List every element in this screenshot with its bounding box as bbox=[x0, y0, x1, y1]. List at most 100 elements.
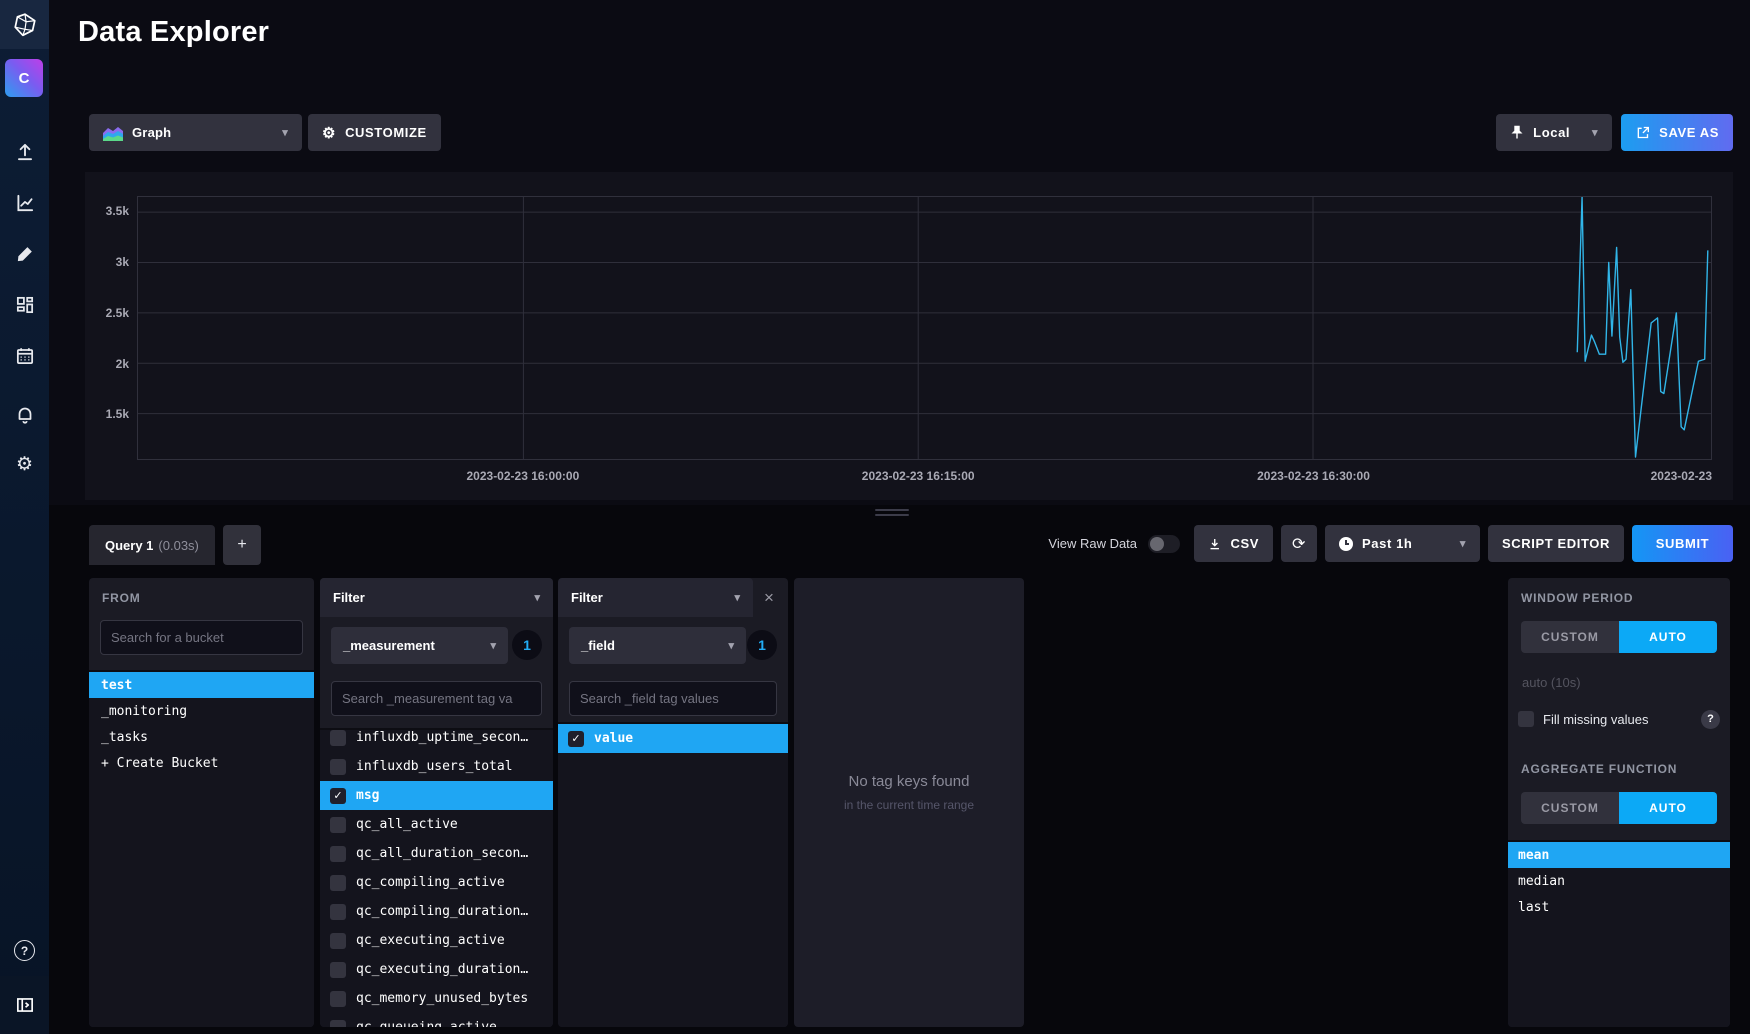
checkbox[interactable] bbox=[330, 846, 346, 862]
submit-button[interactable]: SUBMIT bbox=[1632, 525, 1733, 562]
script-editor-button[interactable]: SCRIPT EDITOR bbox=[1488, 525, 1624, 562]
checkbox-checked[interactable]: ✓ bbox=[568, 731, 584, 747]
load-data-icon[interactable] bbox=[0, 126, 49, 177]
fill-missing-checkbox[interactable] bbox=[1518, 711, 1534, 727]
measurement-item[interactable]: qc_queueing_active bbox=[320, 1013, 553, 1027]
checkbox[interactable] bbox=[330, 1020, 346, 1028]
time-range-dropdown[interactable]: Past 1h ▾ bbox=[1325, 525, 1480, 562]
add-query-button[interactable]: + bbox=[223, 525, 261, 565]
clock-icon bbox=[1339, 537, 1353, 551]
checkbox[interactable] bbox=[330, 875, 346, 891]
help-tooltip-icon[interactable]: ? bbox=[1701, 710, 1720, 729]
filter-type-dropdown[interactable]: Filter ▾ bbox=[320, 578, 553, 617]
tag-key-dropdown[interactable]: _field ▾ bbox=[569, 627, 746, 664]
aggregate-item[interactable]: last bbox=[1508, 894, 1730, 920]
expand-sidebar-icon[interactable] bbox=[0, 976, 49, 1034]
x-tick-label: 2023-02-23 16:00:00 bbox=[466, 469, 579, 483]
alerts-icon[interactable] bbox=[0, 388, 49, 439]
bucket-item[interactable]: _tasks bbox=[89, 724, 314, 750]
view-raw-data-toggle[interactable] bbox=[1148, 535, 1180, 553]
measurement-list: influxdb_uptime_secon… influxdb_users_to… bbox=[320, 728, 553, 1027]
window-period-card: WINDOW PERIOD CUSTOM AUTO auto (10s) Fil… bbox=[1508, 578, 1730, 1027]
measurement-item[interactable]: influxdb_uptime_secon… bbox=[320, 728, 553, 752]
measurement-item[interactable]: ✓msg bbox=[320, 781, 553, 810]
selected-count-badge: 1 bbox=[747, 630, 777, 660]
filter-title: Filter bbox=[333, 590, 365, 605]
empty-state-title: No tag keys found bbox=[794, 773, 1024, 790]
local-dropdown[interactable]: Local ▾ bbox=[1496, 114, 1612, 151]
x-tick-label: 2023-02-23 16:15:00 bbox=[862, 469, 975, 483]
checkbox[interactable] bbox=[330, 730, 346, 746]
y-tick-label: 2k bbox=[85, 357, 129, 371]
visualization-type-dropdown[interactable]: Graph ▾ bbox=[89, 114, 302, 151]
avatar-initial: C bbox=[19, 70, 30, 87]
measurement-item[interactable]: influxdb_users_total bbox=[320, 752, 553, 781]
auto-button[interactable]: AUTO bbox=[1619, 792, 1717, 824]
filter-card-field: Filter ▾ × _field ▾ 1 ✓value bbox=[558, 578, 788, 1027]
dashboards-icon[interactable] bbox=[0, 279, 49, 330]
help-icon[interactable]: ? bbox=[0, 925, 49, 976]
field-search-input[interactable] bbox=[569, 681, 777, 716]
aggregate-function-list: mean median last bbox=[1508, 840, 1730, 1027]
view-raw-data-label: View Raw Data bbox=[1048, 536, 1137, 551]
create-bucket-button[interactable]: + Create Bucket bbox=[89, 750, 314, 776]
aggregate-item[interactable]: mean bbox=[1508, 842, 1730, 868]
checkbox[interactable] bbox=[330, 904, 346, 920]
page-title: Data Explorer bbox=[78, 16, 269, 49]
remove-filter-icon[interactable]: × bbox=[758, 587, 780, 609]
tasks-icon[interactable] bbox=[0, 330, 49, 381]
y-tick-label: 3.5k bbox=[85, 204, 129, 218]
window-period-title: WINDOW PERIOD bbox=[1521, 591, 1633, 605]
fill-missing-label: Fill missing values bbox=[1543, 712, 1648, 727]
measurement-item[interactable]: qc_executing_active bbox=[320, 926, 553, 955]
customize-button[interactable]: ⚙ CUSTOMIZE bbox=[308, 114, 441, 151]
checkbox[interactable] bbox=[330, 991, 346, 1007]
notebooks-icon[interactable] bbox=[0, 228, 49, 279]
bucket-item[interactable]: test bbox=[89, 672, 314, 698]
pin-icon bbox=[1510, 125, 1524, 140]
measurement-item[interactable]: qc_memory_unused_bytes bbox=[320, 984, 553, 1013]
y-tick-label: 1.5k bbox=[85, 407, 129, 421]
refresh-button[interactable]: ⟳ bbox=[1281, 525, 1317, 562]
measurement-item[interactable]: qc_executing_duration… bbox=[320, 955, 553, 984]
query-duration: (0.03s) bbox=[158, 538, 198, 553]
panel-resize-handle[interactable] bbox=[875, 509, 909, 519]
query-tab[interactable]: Query 1 (0.03s) bbox=[89, 525, 215, 565]
measurement-item[interactable]: qc_compiling_duration… bbox=[320, 897, 553, 926]
aggregate-item[interactable]: median bbox=[1508, 868, 1730, 894]
chart-panel: 1.5k2k2.5k3k3.5k 2023-02-23 16:00:002023… bbox=[85, 172, 1733, 500]
bucket-item[interactable]: _monitoring bbox=[89, 698, 314, 724]
field-list: ✓value bbox=[558, 722, 788, 1027]
measurement-item[interactable]: qc_all_active bbox=[320, 810, 553, 839]
save-as-button[interactable]: SAVE AS bbox=[1621, 114, 1733, 151]
bucket-search-input[interactable] bbox=[100, 620, 303, 655]
tag-key-dropdown[interactable]: _measurement ▾ bbox=[331, 627, 508, 664]
checkbox[interactable] bbox=[330, 759, 346, 775]
filter-type-dropdown[interactable]: Filter ▾ bbox=[558, 578, 753, 617]
from-card: FROM test _monitoring _tasks + Create Bu… bbox=[89, 578, 314, 1027]
auto-button[interactable]: AUTO bbox=[1619, 621, 1717, 653]
script-editor-label: SCRIPT EDITOR bbox=[1502, 536, 1610, 551]
checkbox-checked[interactable]: ✓ bbox=[330, 788, 346, 804]
window-period-value: auto (10s) bbox=[1522, 675, 1581, 690]
measurement-item[interactable]: qc_compiling_active bbox=[320, 868, 553, 897]
x-tick-label: 2023-02-23 bbox=[1651, 469, 1712, 483]
checkbox[interactable] bbox=[330, 962, 346, 978]
measurement-search-input[interactable] bbox=[331, 681, 542, 716]
checkbox[interactable] bbox=[330, 817, 346, 833]
filter-card-measurement: Filter ▾ _measurement ▾ 1 influxdb_uptim… bbox=[320, 578, 553, 1027]
csv-download-button[interactable]: CSV bbox=[1194, 525, 1273, 562]
visualization-type-label: Graph bbox=[132, 125, 171, 140]
chevron-down-icon: ▾ bbox=[734, 591, 740, 604]
custom-button[interactable]: CUSTOM bbox=[1521, 621, 1619, 653]
measurement-item[interactable]: qc_all_duration_secon… bbox=[320, 839, 553, 868]
settings-icon[interactable]: ⚙ bbox=[0, 439, 49, 490]
custom-button[interactable]: CUSTOM bbox=[1521, 792, 1619, 824]
influxdb-logo-icon[interactable] bbox=[0, 0, 49, 49]
checkbox[interactable] bbox=[330, 933, 346, 949]
data-explorer-icon[interactable] bbox=[0, 177, 49, 228]
y-tick-label: 3k bbox=[85, 255, 129, 269]
field-item[interactable]: ✓value bbox=[558, 724, 788, 753]
query-controls: View Raw Data CSV ⟳ Past 1h ▾ SCRIPT EDI… bbox=[1048, 525, 1733, 562]
avatar[interactable]: C bbox=[5, 59, 43, 97]
